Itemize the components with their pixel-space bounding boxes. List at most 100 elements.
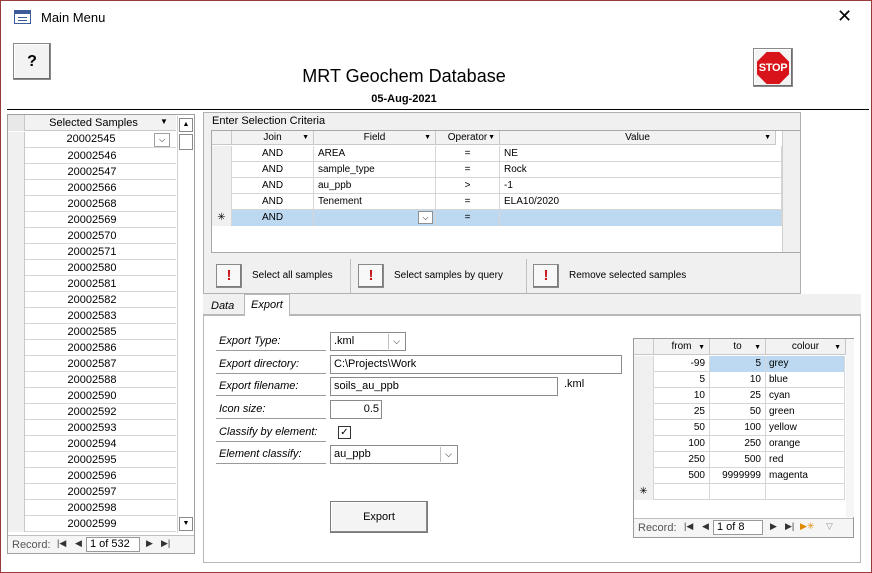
sample-id[interactable]: 20002586	[26, 342, 158, 354]
colour-colour-cell[interactable]: blue	[766, 372, 845, 388]
record-selector[interactable]	[634, 388, 654, 404]
new-row-join[interactable]: AND	[232, 210, 314, 226]
criteria-value-cell[interactable]: NE	[500, 146, 782, 162]
new-to[interactable]	[710, 484, 766, 500]
sample-id[interactable]: 20002570	[26, 230, 158, 242]
sample-row[interactable]: 20002570	[8, 228, 176, 244]
colour-row[interactable]: 250 500 red	[634, 452, 845, 468]
record-position[interactable]: 1 of 8	[713, 520, 763, 535]
scroll-up-icon[interactable]: ▲	[179, 118, 193, 132]
colour-colour-cell[interactable]: cyan	[766, 388, 845, 404]
record-selector[interactable]	[634, 356, 654, 372]
colour-select-all[interactable]	[634, 339, 654, 355]
colour-from-cell[interactable]: 25	[654, 404, 710, 420]
record-selector[interactable]	[8, 164, 25, 180]
sample-row[interactable]: 20002569	[8, 212, 176, 228]
sample-id[interactable]: 20002594	[26, 438, 158, 450]
col-from[interactable]: from ▼	[654, 339, 710, 355]
sample-id[interactable]: 20002595	[26, 454, 158, 466]
tab-data[interactable]: Data	[205, 296, 240, 316]
criteria-operator-cell[interactable]: >	[436, 178, 500, 194]
record-selector[interactable]	[8, 180, 25, 196]
record-selector[interactable]	[8, 132, 25, 148]
samples-scrollbar[interactable]: ▲ ▼	[177, 116, 194, 533]
record-selector[interactable]	[634, 404, 654, 420]
new-row-value[interactable]	[500, 210, 782, 226]
record-selector[interactable]	[8, 452, 25, 468]
record-selector[interactable]	[8, 244, 25, 260]
criteria-row[interactable]: AND au_ppb > -1	[212, 178, 782, 194]
record-selector[interactable]	[8, 420, 25, 436]
sample-row[interactable]: 20002592	[8, 404, 176, 420]
sample-row[interactable]: 20002599	[8, 516, 176, 532]
sample-id[interactable]: 20002587	[26, 358, 158, 370]
record-selector[interactable]	[8, 436, 25, 452]
colour-colour-cell[interactable]: magenta	[766, 468, 845, 484]
colour-from-cell[interactable]: 10	[654, 388, 710, 404]
record-selector[interactable]	[8, 484, 25, 500]
sample-row[interactable]: 20002546	[8, 148, 176, 164]
criteria-field-cell[interactable]: sample_type	[314, 162, 436, 178]
record-selector[interactable]	[634, 468, 654, 484]
sample-row[interactable]: 20002568	[8, 196, 176, 212]
record-selector[interactable]	[8, 228, 25, 244]
sample-id[interactable]: 20002583	[26, 310, 158, 322]
first-record-icon[interactable]: |◀	[684, 521, 693, 532]
sample-row[interactable]: 20002587	[8, 356, 176, 372]
record-selector[interactable]	[212, 178, 232, 194]
export-directory-input[interactable]: C:\Projects\Work	[330, 355, 622, 374]
chevron-down-icon[interactable]: ⌵	[388, 334, 404, 349]
new-from[interactable]	[654, 484, 710, 500]
criteria-join-cell[interactable]: AND	[232, 178, 314, 194]
last-record-icon[interactable]: ▶|	[785, 521, 794, 532]
record-selector[interactable]	[8, 340, 25, 356]
record-selector[interactable]	[8, 260, 25, 276]
chevron-down-icon[interactable]: ▼	[160, 117, 168, 126]
remove-selected-samples-button[interactable]: ! Remove selected samples	[530, 261, 710, 291]
criteria-row[interactable]: AND Tenement = ELA10/2020	[212, 194, 782, 210]
sample-id[interactable]: 20002585	[26, 326, 158, 338]
tab-export[interactable]: Export	[244, 294, 290, 316]
chevron-down-icon[interactable]: ⌵	[418, 211, 433, 224]
criteria-join-cell[interactable]: AND	[232, 194, 314, 210]
sample-row[interactable]: 20002580	[8, 260, 176, 276]
sample-row[interactable]: 20002585	[8, 324, 176, 340]
sample-row[interactable]: 20002545 ⌵	[8, 132, 176, 148]
chevron-down-icon[interactable]: ▼	[302, 131, 309, 144]
criteria-join-cell[interactable]: AND	[232, 146, 314, 162]
criteria-operator-cell[interactable]: =	[436, 194, 500, 210]
select-all-samples-button[interactable]: ! Select all samples	[213, 261, 353, 291]
criteria-row[interactable]: AND sample_type = Rock	[212, 162, 782, 178]
sample-id[interactable]: 20002545	[26, 133, 156, 145]
colour-from-cell[interactable]: 500	[654, 468, 710, 484]
record-selector[interactable]	[212, 146, 232, 162]
colour-row[interactable]: 50 100 yellow	[634, 420, 845, 436]
new-colour[interactable]	[766, 484, 845, 500]
sample-row[interactable]: 20002588	[8, 372, 176, 388]
colour-to-cell[interactable]: 25	[710, 388, 766, 404]
chevron-down-icon[interactable]: ▼	[698, 340, 705, 355]
colour-to-cell[interactable]: 250	[710, 436, 766, 452]
sample-row[interactable]: 20002594	[8, 436, 176, 452]
record-selector[interactable]	[8, 516, 25, 532]
sample-id[interactable]: 20002568	[26, 198, 158, 210]
record-selector[interactable]	[8, 388, 25, 404]
first-record-icon[interactable]: |◀	[57, 538, 66, 549]
colour-from-cell[interactable]: 5	[654, 372, 710, 388]
colour-scrollbar[interactable]	[846, 339, 854, 517]
sample-row[interactable]: 20002593	[8, 420, 176, 436]
sample-id[interactable]: 20002547	[26, 166, 158, 178]
sample-id[interactable]: 20002569	[26, 214, 158, 226]
sample-row[interactable]: 20002586	[8, 340, 176, 356]
record-selector[interactable]	[634, 452, 654, 468]
colour-colour-cell[interactable]: red	[766, 452, 845, 468]
chevron-down-icon[interactable]: ▼	[834, 340, 841, 355]
criteria-field-cell[interactable]: au_ppb	[314, 178, 436, 194]
record-selector[interactable]	[634, 372, 654, 388]
record-selector[interactable]	[8, 196, 25, 212]
criteria-operator-cell[interactable]: =	[436, 162, 500, 178]
colour-colour-cell[interactable]: yellow	[766, 420, 845, 436]
sample-id[interactable]: 20002588	[26, 374, 158, 386]
sample-row[interactable]: 20002597	[8, 484, 176, 500]
sample-id[interactable]: 20002566	[26, 182, 158, 194]
